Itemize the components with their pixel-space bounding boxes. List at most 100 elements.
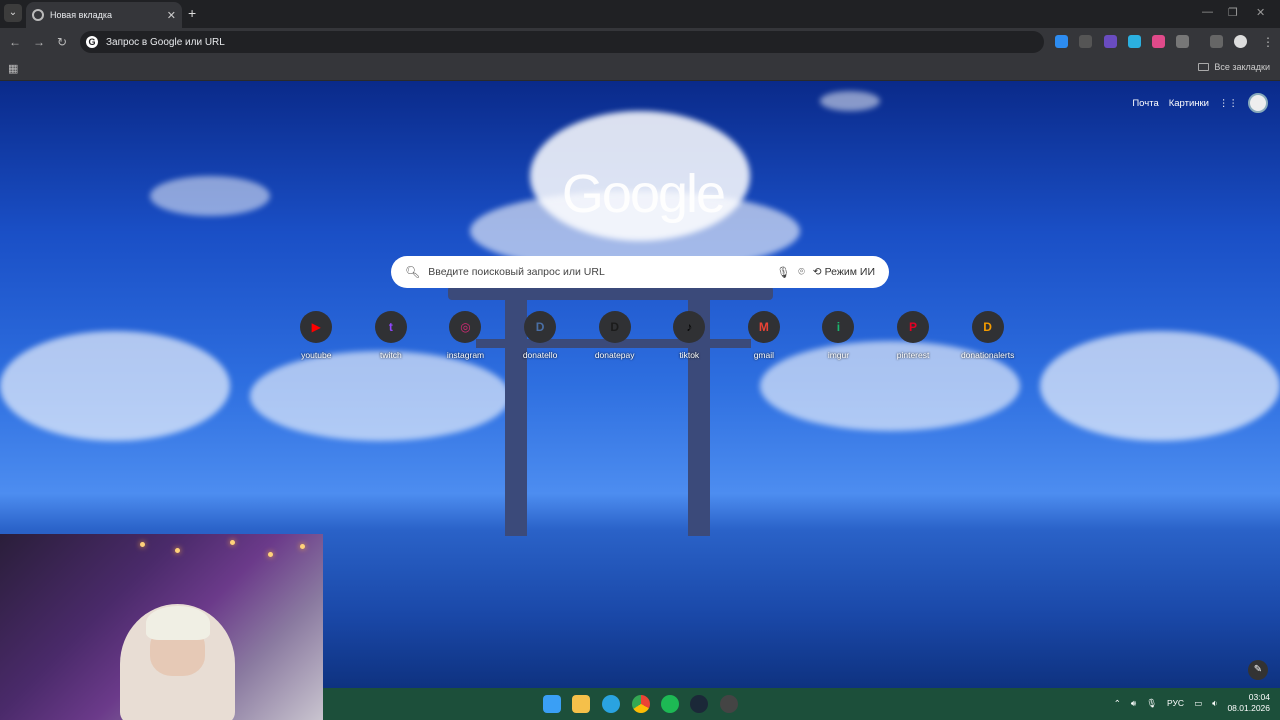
reload-icon[interactable]: ↻ [57, 35, 67, 49]
close-tab-icon[interactable]: ✕ [167, 9, 176, 22]
minimize-icon[interactable]: — [1202, 6, 1213, 18]
cloud [0, 331, 230, 441]
shortcut-label: gmail [753, 350, 775, 360]
instagram-icon: ◎ [449, 311, 482, 343]
clock-date: 08.01.2026 [1227, 703, 1270, 713]
imgur-icon: i [822, 311, 855, 343]
extension-5-icon[interactable] [1152, 35, 1165, 48]
images-link[interactable]: Картинки [1169, 98, 1209, 109]
google-logo: Google [561, 164, 726, 224]
donatello-icon: D [524, 311, 557, 343]
new-tab-button[interactable]: + [188, 5, 196, 21]
tiktok-icon: ♪ [673, 311, 706, 343]
search-icon: 🔍︎ [405, 265, 421, 279]
shortcut-label: donatepay [594, 350, 635, 360]
shortcut-gmail[interactable]: Mgmail [727, 311, 802, 360]
shortcut-label: instagram [446, 350, 485, 360]
back-icon[interactable]: ← [9, 35, 21, 49]
fairy-light [300, 544, 305, 549]
pinterest-icon: P [897, 311, 930, 343]
top-links: Почта Картинки ⋮⋮ [1132, 93, 1268, 113]
steam-icon[interactable] [690, 695, 708, 713]
google-g-icon: G [86, 36, 98, 48]
file-explorer-icon[interactable] [572, 695, 590, 713]
volume-icon[interactable]: 🔉︎ [1212, 698, 1217, 709]
apps-grid-icon[interactable]: ▦ [8, 62, 18, 75]
shortcut-label: imgur [827, 350, 850, 360]
address-bar-text: Запрос в Google или URL [106, 36, 225, 48]
microphone-tray-icon[interactable]: 🎙︎ [1146, 698, 1157, 709]
shortcut-tiktok[interactable]: ♪ tiktok [652, 311, 727, 360]
browser-toolbar: ← → ↻ G Запрос в Google или URL ⋮ [0, 28, 1280, 56]
donationalerts-icon: D [971, 311, 1004, 343]
menu-dots-icon[interactable]: ⋮ [1262, 35, 1274, 49]
ai-mode-icon: ⟲ [812, 266, 822, 278]
extension-4-icon[interactable] [1128, 35, 1141, 48]
address-bar[interactable]: G Запрос в Google или URL [80, 31, 1044, 53]
tab-search-button[interactable]: ⌄ [4, 4, 22, 22]
forward-icon[interactable]: → [33, 35, 45, 49]
chrome-icon[interactable] [632, 695, 650, 713]
extensions-puzzle-icon[interactable] [1176, 35, 1189, 48]
shortcut-imgur[interactable]: i imgur [801, 311, 876, 360]
fairy-light [230, 540, 235, 545]
search-input[interactable]: Введите поисковый запрос или URL [428, 266, 768, 278]
all-bookmarks-button[interactable]: Все закладки [1198, 62, 1270, 72]
speaker-icon[interactable]: 🔊︎ [1131, 698, 1136, 709]
shortcut-label: donatello [522, 350, 558, 360]
shortcut-label: pinterest [896, 350, 930, 360]
fairy-light [268, 552, 273, 557]
ai-mode-button[interactable]: ⟲ Режим ИИ [813, 266, 875, 278]
start-windows-icon[interactable] [543, 695, 561, 713]
restore-icon[interactable]: ❐ [1228, 6, 1238, 19]
cloud [820, 91, 880, 111]
spotify-icon[interactable] [661, 695, 679, 713]
fairy-light [140, 542, 145, 547]
tab-strip: ⌄ Новая вкладка ✕ + — ❐ ✕ [0, 0, 1280, 28]
customize-pencil-icon[interactable]: ✎ [1248, 660, 1268, 680]
network-icon[interactable]: ▭ [1194, 698, 1202, 709]
close-window-icon[interactable]: ✕ [1256, 6, 1265, 19]
media-controls-icon[interactable] [1210, 35, 1223, 48]
shortcut-pinterest[interactable]: Ppinterest [876, 311, 951, 360]
system-tray: ⌃ 🔊︎ 🎙︎ РУС ▭ 🔉︎ 03:04 08.01.2026 [1114, 692, 1270, 714]
shortcut-label: donationalerts [960, 350, 1015, 360]
tab-new-tab[interactable]: Новая вкладка ✕ [26, 2, 182, 28]
extension-2-icon[interactable] [1079, 35, 1092, 48]
ai-mode-label: Режим ИИ [824, 266, 875, 278]
folder-icon [1198, 63, 1210, 71]
tab-title: Новая вкладка [50, 10, 113, 20]
shortcut-donatello[interactable]: Ddonatello [503, 311, 578, 360]
gmail-link[interactable]: Почта [1132, 98, 1158, 109]
chrome-favicon-icon [32, 9, 44, 21]
cloud [150, 176, 270, 216]
profile-avatar-icon[interactable] [1234, 35, 1247, 48]
language-indicator[interactable]: РУС [1167, 698, 1184, 708]
account-avatar[interactable] [1248, 93, 1268, 113]
shortcut-donatepay[interactable]: Ddonatepay [577, 311, 652, 360]
google-apps-icon[interactable]: ⋮⋮ [1219, 98, 1238, 109]
telegram-icon[interactable] [602, 695, 620, 713]
twitch-icon: t [374, 311, 407, 343]
microphone-icon[interactable]: 🎙︎ [776, 266, 790, 279]
streamer-hair [146, 606, 210, 640]
extension-3-icon[interactable] [1104, 35, 1117, 48]
gmail-icon: M [747, 311, 780, 343]
shortcut-donationalerts[interactable]: Ddonationalerts [950, 311, 1025, 360]
lens-camera-icon[interactable]: ⌾ [798, 266, 805, 279]
extension-1-icon[interactable] [1055, 35, 1068, 48]
all-bookmarks-label: Все закладки [1214, 62, 1270, 72]
chevron-up-icon[interactable]: ⌃ [1114, 698, 1121, 709]
search-box[interactable]: 🔍︎ Введите поисковый запрос или URL 🎙︎ ⌾… [391, 256, 889, 288]
shortcut-twitch[interactable]: t twitch [354, 311, 429, 360]
shortcut-instagram[interactable]: ◎ instagram [428, 311, 503, 360]
shortcut-youtube[interactable]: ▶ youtube [279, 311, 354, 360]
youtube-icon: ▶ [300, 311, 333, 343]
webcam-overlay [0, 534, 323, 720]
clock[interactable]: 03:04 08.01.2026 [1227, 692, 1270, 714]
torii-top-beam [448, 286, 773, 300]
shortcut-label: youtube [301, 350, 332, 360]
shortcut-label: twitch [380, 350, 402, 360]
donatepay-icon: D [598, 311, 631, 343]
obs-icon[interactable] [720, 695, 738, 713]
